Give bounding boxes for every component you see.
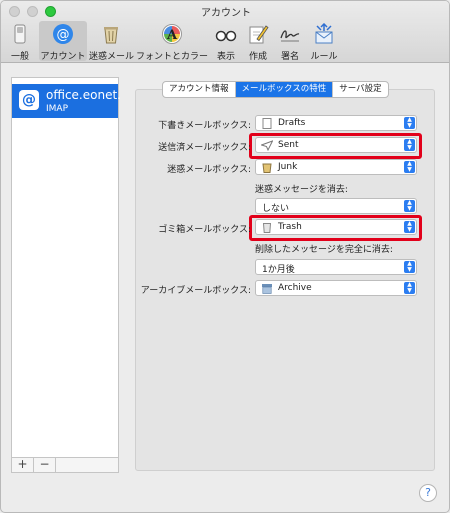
sent-mailbox-popup[interactable]: Sent ▲ ▼ — [255, 137, 417, 153]
switch-icon — [14, 24, 26, 44]
archive-mailbox-label: アーカイブメールボックス: — [140, 286, 251, 296]
pencil-paper-icon — [249, 25, 269, 44]
add-account-button[interactable]: + — [12, 458, 34, 472]
chevron-updown-icon: ▲ ▼ — [404, 161, 415, 173]
sent-plane-icon — [261, 140, 273, 151]
junk-mailbox-popup[interactable]: Junk ▲ ▼ — [255, 159, 417, 175]
toolbar-junk-mail[interactable]: 迷惑メール — [89, 21, 134, 62]
svg-text:A: A — [166, 28, 178, 43]
toolbar-view[interactable]: 表示 — [211, 21, 241, 62]
drafts-mailbox-popup[interactable]: Drafts ▲ ▼ — [255, 115, 417, 131]
sent-mailbox-label: 送信済メールボックス: — [158, 143, 251, 153]
remove-account-button[interactable]: − — [34, 458, 56, 472]
toolbar-fonts-colors[interactable]: A フォントとカラー — [135, 21, 209, 62]
chevron-updown-icon: ▲ ▼ — [404, 117, 415, 129]
chevron-updown-icon: ▲ ▼ — [404, 139, 415, 151]
chevron-updown-icon: ▲ ▼ — [404, 221, 415, 233]
chevron-updown-icon: ▲ ▼ — [404, 200, 415, 212]
archive-mailbox-popup[interactable]: Archive ▲ ▼ — [255, 280, 417, 296]
trash-mailbox-popup[interactable]: Trash ▲ ▼ — [255, 219, 417, 235]
window-title: アカウント — [201, 8, 251, 19]
toolbar-accounts[interactable]: @ アカウント — [39, 21, 87, 62]
tab-server-settings[interactable]: サーバ設定 — [333, 82, 387, 97]
chevron-updown-icon: ▲ ▼ — [404, 261, 415, 273]
trash-bin-icon — [104, 27, 118, 44]
trash-erase-popup[interactable]: 1か月後 ▲ ▼ — [255, 259, 417, 275]
toolbar-rules[interactable]: ルール — [307, 21, 341, 62]
signature-icon — [280, 30, 300, 42]
trash-can-icon — [262, 223, 272, 233]
accounts-sidebar: @ office.eonet. IMAP — [11, 77, 121, 471]
tab-mailbox-behaviors[interactable]: メールボックスの特性 — [235, 82, 334, 97]
junk-erase-label: 迷惑メッセージを消去: — [255, 185, 348, 195]
help-button[interactable]: ? — [419, 484, 437, 502]
account-type: IMAP — [46, 104, 69, 114]
glasses-icon — [215, 30, 237, 42]
account-preferences-window: アカウント 一般 @ アカウント 迷惑メール A フォントとカラー 表示 作成 … — [0, 0, 450, 513]
toolbar-signatures[interactable]: 署名 — [275, 21, 305, 62]
tab-account-info[interactable]: アカウント情報 — [163, 82, 236, 97]
rules-envelope-icon — [315, 23, 333, 44]
account-row[interactable]: @ office.eonet. IMAP — [12, 84, 121, 118]
account-name: office.eonet. — [46, 88, 121, 102]
drafts-mailbox-label: 下書きメールボックス: — [158, 121, 251, 131]
toolbar-general[interactable]: 一般 — [5, 21, 35, 62]
junk-mailbox-label: 迷惑メールボックス: — [167, 165, 251, 175]
document-icon — [262, 118, 272, 129]
title-bar: アカウント 一般 @ アカウント 迷惑メール A フォントとカラー 表示 作成 … — [1, 1, 449, 63]
tab-bar: アカウント情報 メールボックスの特性 サーバ設定 — [162, 81, 389, 98]
archive-box-icon — [262, 284, 272, 294]
toolbar-composing[interactable]: 作成 — [243, 21, 273, 62]
at-sign-icon: @ — [19, 90, 39, 110]
sidebar-buttons: + − — [11, 457, 119, 473]
at-sign-icon: @ — [53, 24, 73, 44]
trash-mailbox-label: ゴミ箱メールボックス: — [158, 225, 251, 235]
junk-bin-icon — [262, 163, 272, 173]
junk-erase-popup[interactable]: しない ▲ ▼ — [255, 198, 417, 214]
font-color-icon: A — [162, 24, 182, 44]
trash-erase-label: 削除したメッセージを完全に消去: — [255, 245, 393, 255]
chevron-updown-icon: ▲ ▼ — [404, 282, 415, 294]
svg-text:@: @ — [57, 28, 70, 43]
